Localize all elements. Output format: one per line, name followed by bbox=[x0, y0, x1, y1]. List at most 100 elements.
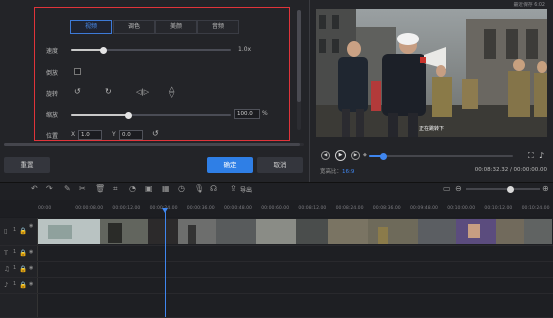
video-clip[interactable] bbox=[38, 219, 552, 244]
rotate-right-icon[interactable]: ↻ bbox=[105, 88, 112, 96]
ruler-tick-label: 00:10:24.00 bbox=[521, 206, 550, 211]
music-track-header: ♫ 1 🔒 ◉ bbox=[0, 262, 38, 277]
stop-button[interactable]: ◆ bbox=[363, 152, 367, 158]
prev-frame-button[interactable]: ◀ bbox=[321, 151, 330, 160]
ruler-tick-label: 00:00:12.00 bbox=[112, 206, 141, 211]
zoom-slider-handle[interactable] bbox=[506, 185, 514, 193]
scale-label: 缩放 bbox=[46, 112, 59, 119]
horizontal-scrollbar-thumb[interactable] bbox=[4, 143, 300, 146]
crop-icon[interactable]: ⌗ bbox=[113, 184, 118, 193]
edit-icon[interactable]: ✎ bbox=[64, 184, 71, 193]
zoom-out-icon[interactable]: ⊖ bbox=[455, 184, 462, 193]
text-track: T 1 🔒 ◉ bbox=[0, 246, 553, 262]
rotate-left-icon[interactable]: ↺ bbox=[74, 88, 81, 96]
music-track: ♫ 1 🔒 ◉ bbox=[0, 262, 553, 278]
position-x-input[interactable]: 1.0 bbox=[78, 130, 102, 140]
preview-panel: 最近保存 6:02 正在跳转下 ◀ ▶ ▶ ◆ ⛶ ♪ 宽高比：16:9 00:… bbox=[310, 0, 553, 182]
flip-horizontal-icon[interactable]: ◁|▷ bbox=[136, 88, 149, 96]
ruler-tick-label: 00:00:08.00 bbox=[75, 206, 104, 211]
speed-icon[interactable]: ◔ bbox=[129, 184, 136, 193]
playback-progress-handle[interactable] bbox=[379, 152, 387, 160]
tab-color[interactable]: 调色 bbox=[113, 20, 155, 34]
microphone-icon: ♪ bbox=[4, 281, 9, 289]
audio-track-header: ♪ 1 🔒 ◉ bbox=[0, 278, 38, 293]
properties-scrollbar[interactable] bbox=[297, 10, 301, 130]
music-track-icon: ♫ bbox=[4, 265, 10, 273]
reverse-checkbox[interactable] bbox=[74, 68, 81, 75]
scale-input[interactable]: 100.0 bbox=[234, 109, 260, 119]
video-lock-icon[interactable]: 🔒 bbox=[19, 227, 27, 235]
undo-icon[interactable]: ↶ bbox=[31, 184, 38, 193]
music-track-index: 1 bbox=[13, 265, 17, 271]
playhead-line[interactable] bbox=[165, 210, 166, 317]
playhead-handle[interactable] bbox=[162, 208, 168, 213]
fit-timeline-icon[interactable]: ▭ bbox=[443, 184, 451, 193]
ruler-tick-label: 00:00:60.00 bbox=[261, 206, 290, 211]
split-icon[interactable]: ✂ bbox=[79, 184, 86, 193]
empty-track bbox=[0, 294, 553, 318]
speed-slider-handle[interactable] bbox=[99, 46, 107, 54]
reset-position-icon[interactable]: ↺ bbox=[152, 130, 159, 138]
audio-track-index: 1 bbox=[13, 281, 17, 287]
speed-slider-fill bbox=[71, 49, 103, 51]
text-track-header: T 1 🔒 ◉ bbox=[0, 246, 38, 261]
aspect-ratio-value[interactable]: 16:9 bbox=[342, 169, 354, 175]
ok-button[interactable]: 确定 bbox=[207, 157, 253, 173]
video-visibility-icon[interactable]: ◉ bbox=[29, 223, 33, 229]
speed-slider[interactable] bbox=[71, 46, 231, 54]
flip-vertical-icon[interactable]: △ ▽ bbox=[169, 86, 174, 99]
playback-progress-bar[interactable] bbox=[369, 152, 513, 160]
position-y-label: Y bbox=[112, 131, 116, 138]
mosaic-icon[interactable]: ▣ bbox=[145, 184, 153, 193]
ruler-tick-label: 00:00 bbox=[38, 206, 52, 211]
delete-icon[interactable]: 🗑 bbox=[95, 184, 105, 193]
video-track-header: ▯ 1 🔒 ◉ bbox=[0, 218, 38, 245]
properties-scrollbar-thumb[interactable] bbox=[297, 10, 301, 102]
cancel-button[interactable]: 取消 bbox=[257, 157, 303, 173]
text-track-icon: T bbox=[4, 249, 8, 257]
last-saved-label: 最近保存 6:02 bbox=[513, 3, 546, 8]
video-track-icon: ▯ bbox=[4, 227, 8, 235]
play-button[interactable]: ▶ bbox=[335, 150, 346, 161]
position-x-label: X bbox=[71, 131, 76, 138]
position-y-input[interactable]: 0.0 bbox=[119, 130, 143, 140]
music-lock-icon[interactable]: 🔒 bbox=[19, 265, 27, 273]
audio-mute-icon[interactable]: ◉ bbox=[29, 281, 33, 287]
speed-value: 1.0x bbox=[238, 46, 252, 53]
fullscreen-icon[interactable]: ⛶ bbox=[528, 151, 534, 160]
ruler-tick-label: 00:00:48.00 bbox=[224, 206, 252, 211]
rotate-label: 旋转 bbox=[46, 91, 59, 98]
video-frame-image bbox=[316, 9, 547, 137]
video-preview[interactable]: 正在跳转下 bbox=[316, 9, 547, 137]
zoom-slider[interactable] bbox=[466, 185, 540, 193]
position-label: 位置 bbox=[46, 133, 59, 140]
reset-button[interactable]: 重置 bbox=[4, 157, 50, 173]
tab-beauty[interactable]: 美颜 bbox=[155, 20, 197, 34]
scale-slider-fill bbox=[71, 114, 129, 116]
video-subtitle: 正在跳转下 bbox=[418, 126, 444, 132]
next-frame-button[interactable]: ▶ bbox=[351, 151, 360, 160]
text-visibility-icon[interactable]: ◉ bbox=[29, 249, 33, 255]
redo-icon[interactable]: ↷ bbox=[46, 184, 53, 193]
duration-icon[interactable]: ◷ bbox=[178, 184, 185, 193]
voice-icon[interactable]: ☊ bbox=[210, 184, 217, 193]
export-icon[interactable]: ⇪ bbox=[230, 184, 237, 193]
audio-lock-icon[interactable]: 🔒 bbox=[19, 281, 27, 289]
audio-track: ♪ 1 🔒 ◉ bbox=[0, 278, 553, 294]
scale-slider[interactable] bbox=[71, 111, 231, 119]
volume-icon[interactable]: ♪ bbox=[539, 151, 544, 160]
record-icon[interactable]: 🎙 bbox=[194, 184, 204, 193]
ruler-tick-label: 00:10:00.00 bbox=[447, 206, 476, 211]
freeze-frame-icon[interactable]: ▦ bbox=[162, 184, 170, 193]
horizontal-scrollbar[interactable] bbox=[4, 143, 304, 146]
music-mute-icon[interactable]: ◉ bbox=[29, 265, 33, 271]
panel-divider bbox=[309, 0, 310, 182]
aspect-ratio-label-text: 宽高比： bbox=[320, 169, 343, 175]
scale-slider-handle[interactable] bbox=[125, 111, 133, 119]
export-button[interactable]: 导出 bbox=[240, 185, 252, 194]
properties-panel: 视频 调色 美颜 音频 速度 1.0x 倒放 旋转 ↺ ↻ ◁|▷ △ ▽ 缩放 … bbox=[0, 0, 309, 182]
text-lock-icon[interactable]: 🔒 bbox=[19, 249, 27, 257]
tab-video[interactable]: 视频 bbox=[70, 20, 112, 34]
tab-audio[interactable]: 音频 bbox=[197, 20, 239, 34]
zoom-in-icon[interactable]: ⊕ bbox=[542, 184, 549, 193]
